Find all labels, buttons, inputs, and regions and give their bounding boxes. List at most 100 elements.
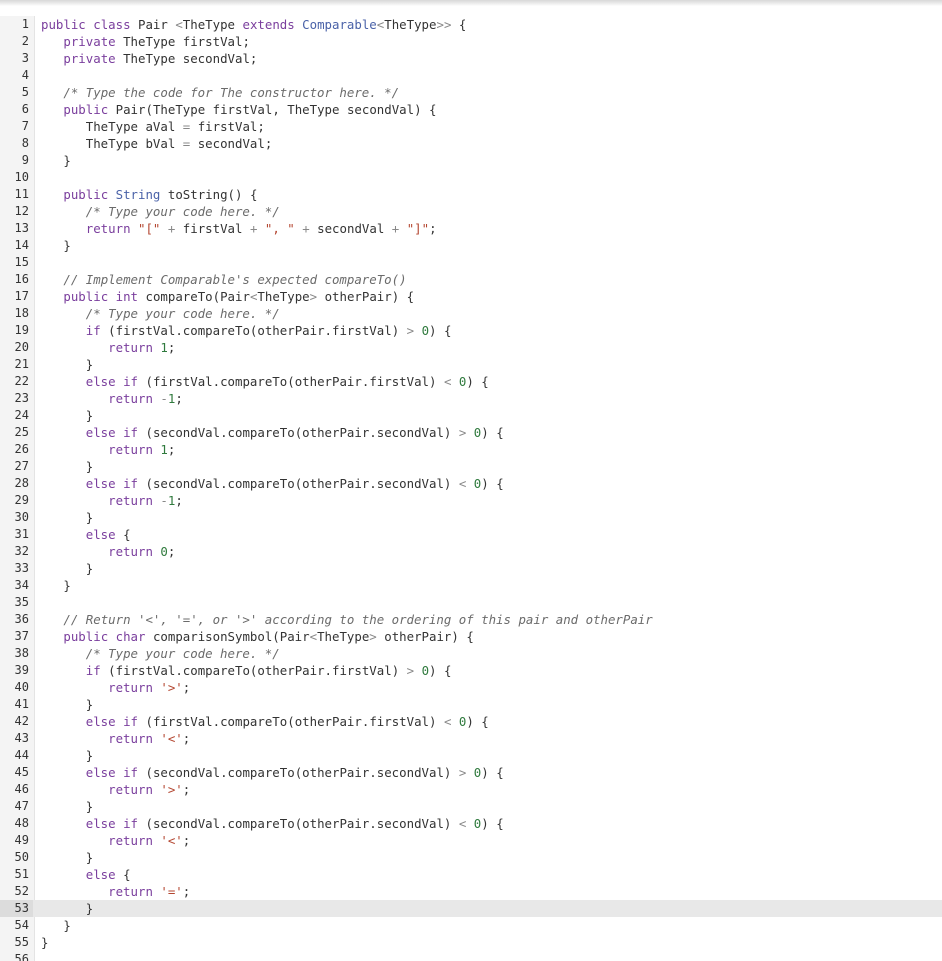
code-line[interactable]: 42 else if (firstVal.compareTo(otherPair… <box>0 713 942 730</box>
code-text[interactable]: } <box>41 577 70 594</box>
code-text[interactable]: else if (secondVal.compareTo(otherPair.s… <box>41 815 504 832</box>
code-text[interactable]: else { <box>41 526 131 543</box>
code-text[interactable]: } <box>41 458 93 475</box>
code-line[interactable]: 43 return '<'; <box>0 730 942 747</box>
code-text[interactable]: } <box>41 917 70 934</box>
code-line[interactable]: 46 return '>'; <box>0 781 942 798</box>
code-line[interactable]: 28 else if (secondVal.compareTo(otherPai… <box>0 475 942 492</box>
code-line[interactable]: 55} <box>0 934 942 951</box>
code-line[interactable]: 9 } <box>0 152 942 169</box>
code-line[interactable]: 49 return '<'; <box>0 832 942 849</box>
code-line[interactable]: 20 return 1; <box>0 339 942 356</box>
code-line[interactable]: 24 } <box>0 407 942 424</box>
code-text[interactable]: } <box>41 152 70 169</box>
code-text[interactable]: else if (secondVal.compareTo(otherPair.s… <box>41 424 504 441</box>
code-line[interactable]: 41 } <box>0 696 942 713</box>
code-text[interactable]: } <box>41 356 93 373</box>
code-text[interactable]: } <box>41 934 48 951</box>
code-line[interactable]: 11 public String toString() { <box>0 186 942 203</box>
code-text[interactable]: return 0; <box>41 543 175 560</box>
code-line[interactable]: 32 return 0; <box>0 543 942 560</box>
code-text[interactable]: public char comparisonSymbol(Pair<TheTyp… <box>41 628 473 645</box>
code-text[interactable]: return "[" + firstVal + ", " + secondVal… <box>41 220 437 237</box>
code-line[interactable]: 4 <box>0 67 942 84</box>
code-text[interactable]: else if (firstVal.compareTo(otherPair.fi… <box>41 373 489 390</box>
code-text[interactable]: public String toString() { <box>41 186 257 203</box>
code-text[interactable]: } <box>41 798 93 815</box>
code-text[interactable]: TheType aVal = firstVal; <box>41 118 265 135</box>
code-text[interactable]: return -1; <box>41 492 183 509</box>
code-editor[interactable]: 1 public class Pair <TheType extends Comp… <box>0 16 942 961</box>
code-text[interactable]: /* Type your code here. */ <box>41 645 280 662</box>
code-line[interactable]: 14 } <box>0 237 942 254</box>
code-line[interactable]: 48 else if (secondVal.compareTo(otherPai… <box>0 815 942 832</box>
code-line[interactable]: 36 // Return '<', '=', or '>' according … <box>0 611 942 628</box>
code-text[interactable]: } <box>41 509 93 526</box>
code-line[interactable]: 52 return '='; <box>0 883 942 900</box>
code-text[interactable]: private TheType firstVal; <box>41 33 250 50</box>
code-line[interactable]: 12 /* Type your code here. */ <box>0 203 942 220</box>
code-line[interactable]: 3 private TheType secondVal; <box>0 50 942 67</box>
code-line[interactable]: 26 return 1; <box>0 441 942 458</box>
code-text[interactable]: return '='; <box>41 883 190 900</box>
code-text[interactable]: } <box>41 849 93 866</box>
code-line[interactable]: 16 // Implement Comparable's expected co… <box>0 271 942 288</box>
code-line[interactable]: 44 } <box>0 747 942 764</box>
code-line[interactable]: 17 public int compareTo(Pair<TheType> ot… <box>0 288 942 305</box>
code-line[interactable]: 29 return -1; <box>0 492 942 509</box>
code-line[interactable]: 2 private TheType firstVal; <box>0 33 942 50</box>
code-line[interactable]: 40 return '>'; <box>0 679 942 696</box>
code-text[interactable]: if (firstVal.compareTo(otherPair.firstVa… <box>41 322 452 339</box>
code-line[interactable]: 13 return "[" + firstVal + ", " + second… <box>0 220 942 237</box>
code-text[interactable]: TheType bVal = secondVal; <box>41 135 273 152</box>
code-text[interactable]: } <box>41 407 93 424</box>
code-line[interactable]: 27 } <box>0 458 942 475</box>
code-line[interactable]: 25 else if (secondVal.compareTo(otherPai… <box>0 424 942 441</box>
code-line[interactable]: 56 <box>0 951 942 961</box>
code-text[interactable]: return 1; <box>41 441 175 458</box>
code-line[interactable]: 6 public Pair(TheType firstVal, TheType … <box>0 101 942 118</box>
code-text[interactable]: } <box>41 900 93 917</box>
code-line[interactable]: 19 if (firstVal.compareTo(otherPair.firs… <box>0 322 942 339</box>
code-line[interactable]: 53 } <box>0 900 942 917</box>
code-text[interactable]: return '>'; <box>41 679 190 696</box>
code-line[interactable]: 5 /* Type the code for The constructor h… <box>0 84 942 101</box>
code-text[interactable]: else { <box>41 866 131 883</box>
code-line[interactable]: 21 } <box>0 356 942 373</box>
code-text[interactable]: return '<'; <box>41 832 190 849</box>
code-line[interactable]: 38 /* Type your code here. */ <box>0 645 942 662</box>
code-line[interactable]: 10 <box>0 169 942 186</box>
code-text[interactable]: return '<'; <box>41 730 190 747</box>
code-text[interactable]: public Pair(TheType firstVal, TheType se… <box>41 101 436 118</box>
code-line[interactable]: 34 } <box>0 577 942 594</box>
code-line[interactable]: 1 public class Pair <TheType extends Comp… <box>0 16 942 33</box>
code-line[interactable]: 45 else if (secondVal.compareTo(otherPai… <box>0 764 942 781</box>
code-line[interactable]: 15 <box>0 254 942 271</box>
code-text[interactable]: else if (secondVal.compareTo(otherPair.s… <box>41 764 504 781</box>
code-text[interactable]: } <box>41 560 93 577</box>
code-line[interactable]: 8 TheType bVal = secondVal; <box>0 135 942 152</box>
code-text[interactable]: // Implement Comparable's expected compa… <box>41 271 406 288</box>
code-line[interactable]: 35 <box>0 594 942 611</box>
code-text[interactable]: } <box>41 696 93 713</box>
code-text[interactable]: else if (secondVal.compareTo(otherPair.s… <box>41 475 504 492</box>
code-text[interactable]: } <box>41 747 93 764</box>
code-line[interactable]: 23 return -1; <box>0 390 942 407</box>
code-text[interactable]: public int compareTo(Pair<TheType> other… <box>41 288 414 305</box>
code-line[interactable]: 37 public char comparisonSymbol(Pair<The… <box>0 628 942 645</box>
code-line[interactable]: 54 } <box>0 917 942 934</box>
code-text[interactable]: /* Type your code here. */ <box>41 305 280 322</box>
code-line[interactable]: 50 } <box>0 849 942 866</box>
code-text[interactable]: return -1; <box>41 390 183 407</box>
code-text[interactable]: /* Type your code here. */ <box>41 203 280 220</box>
code-text[interactable]: public class Pair <TheType extends Compa… <box>41 16 466 33</box>
code-line[interactable]: 31 else { <box>0 526 942 543</box>
code-line[interactable]: 18 /* Type your code here. */ <box>0 305 942 322</box>
code-line[interactable]: 39 if (firstVal.compareTo(otherPair.firs… <box>0 662 942 679</box>
code-line[interactable]: 7 TheType aVal = firstVal; <box>0 118 942 135</box>
code-line[interactable]: 30 } <box>0 509 942 526</box>
code-text[interactable]: // Return '<', '=', or '>' according to … <box>41 611 652 628</box>
code-line[interactable]: 33 } <box>0 560 942 577</box>
code-line[interactable]: 22 else if (firstVal.compareTo(otherPair… <box>0 373 942 390</box>
code-text[interactable]: else if (firstVal.compareTo(otherPair.fi… <box>41 713 489 730</box>
